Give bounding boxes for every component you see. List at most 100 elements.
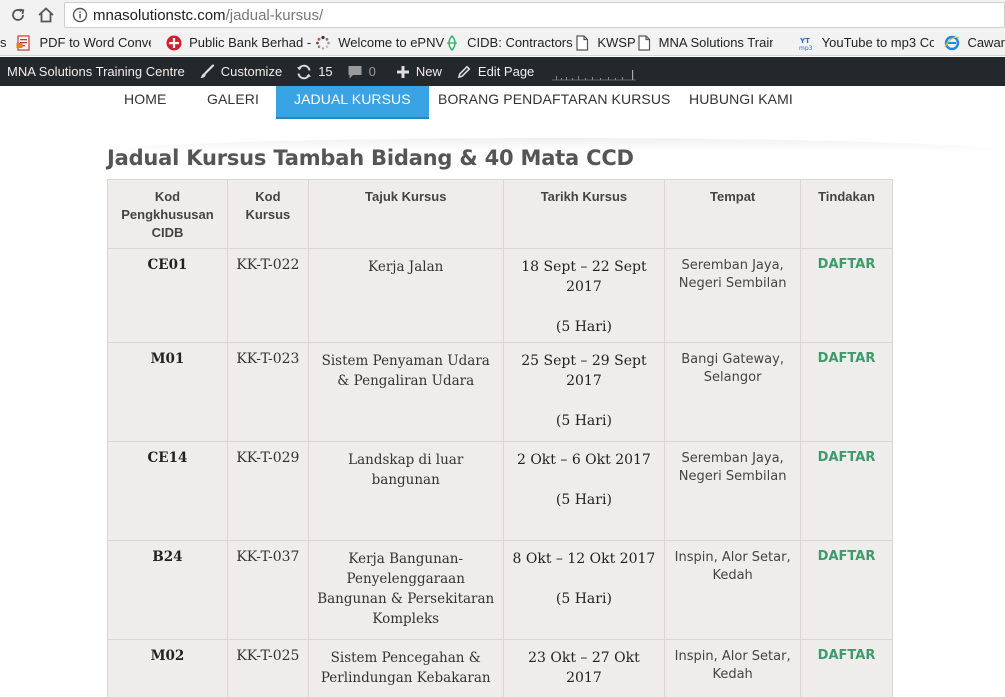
durasi-text: (5 Hari) [555,591,612,607]
cell-tajuk: Sistem Penyaman Udara & Pengaliran Udara [307,342,504,442]
url-host: mnasolutionstc.com [93,6,226,24]
cell-tempat: Inspin, Alor Setar, Kedah [664,639,802,697]
nav-hubungi-kami[interactable]: HUBUNGI KAMI [689,86,793,116]
tarikh-text: 23 Okt – 27 Okt 2017 [528,650,640,686]
tarikh-text: 8 Okt – 12 Okt 2017 [512,551,656,567]
cell-tindakan: DAFTAR [800,441,893,541]
comment-icon [347,64,363,80]
admin-customize[interactable]: Customize [199,57,282,86]
table-row: CE14 KK-T-029 Landskap di luar bangunan … [107,441,893,541]
info-icon[interactable] [69,4,91,26]
bookmark-item-public-bank[interactable]: Public Bank Berhad - [166,32,311,54]
new-label: New [415,64,442,79]
home-icon[interactable] [34,3,58,27]
site-name-label: MNA Solutions Training Centre [7,64,185,79]
bookmark-item-pdf[interactable]: PDF to Word Convert [16,32,160,54]
customize-label: Customize [220,64,283,79]
table-row: B24 KK-T-037 Kerja Bangunan-Penyelenggar… [107,540,893,640]
header-tajuk-kursus: Tajuk Kursus [307,179,504,249]
bookmark-item-epnv[interactable]: Welcome to ePNV [315,32,444,54]
pdf-icon [16,34,32,51]
cell-tarikh: 2 Okt – 6 Okt 2017 (5 Hari) [502,441,666,541]
page-title: Jadual Kursus Tambah Bidang & 40 Mata CC… [107,146,634,170]
cell-tajuk: Kerja Jalan [307,248,504,343]
header-tarikh-kursus: Tarikh Kursus [502,179,666,249]
cell-tarikh: 25 Sept – 29 Sept 2017 (5 Hari) [502,342,666,442]
comments-count: 0 [368,64,376,79]
cell-tarikh: 23 Okt – 27 Okt 2017 [502,639,666,697]
daftar-button[interactable]: DAFTAR [818,450,876,465]
cell-tajuk: Landskap di luar bangunan [307,441,504,541]
cell-kod: CE01 [107,248,228,343]
admin-updates[interactable]: 15 [296,57,333,86]
spinner-icon [315,35,331,51]
site-navigation: HOME GALERI JADUAL KURSUS BORANG PENDAFT… [0,86,1005,138]
nav-jadual-kursus[interactable]: JADUAL KURSUS [276,86,429,117]
bookmark-item-cawar[interactable]: Cawar [944,32,1005,54]
tarikh-text: 2 Okt – 6 Okt 2017 [516,452,651,468]
plus-icon [396,65,410,79]
nav-galeri[interactable]: GALERI [207,86,259,116]
admin-edit-page[interactable]: Edit Page [456,57,534,86]
reload-icon[interactable] [6,3,30,27]
updates-count: 15 [318,64,333,79]
pencil-icon [456,64,472,80]
bookmark-item-cidb[interactable]: CIDB: Contractors [444,32,574,54]
cell-tajuk: Sistem Pencegahan & Perlindungan Kebakar… [307,639,504,697]
course-schedule-table: Kod Pengkhususan CIDB Kod Kursus Tajuk K… [107,179,893,697]
cell-tindakan: DAFTAR [800,342,893,442]
bookmark-item-kwsp[interactable]: KWSP [574,32,636,54]
edit-page-label: Edit Page [477,64,535,79]
header-kod-kursus: Kod Kursus [226,179,309,249]
daftar-button[interactable]: DAFTAR [818,648,876,663]
header-tempat: Tempat [664,179,802,249]
admin-comments[interactable]: 0 [347,57,376,86]
daftar-button[interactable]: DAFTAR [818,549,876,564]
cell-kod-kursus: KK-T-023 [226,342,309,442]
svg-text:YT: YT [799,37,810,45]
cell-tajuk: Kerja Bangunan-Penyelenggaraan Bangunan … [307,540,504,640]
cell-tempat: Seremban Jaya, Negeri Sembilan [664,248,802,343]
table-row: M01 KK-T-023 Sistem Penyaman Udara & Pen… [107,342,893,442]
cell-tempat: Inspin, Alor Setar, Kedah [664,540,802,640]
cell-tindakan: DAFTAR [800,540,893,640]
header-kod-pengkhususan: Kod Pengkhususan CIDB [107,179,228,249]
cell-kod-kursus: KK-T-037 [226,540,309,640]
stats-sparkline-icon [552,69,637,80]
admin-new[interactable]: New [396,57,442,86]
cell-tempat: Bangi Gateway, Selangor [664,342,802,442]
durasi-text: (5 Hari) [555,319,612,335]
table-row: M02 KK-T-025 Sistem Pencegahan & Perlind… [107,639,893,697]
bookmarks-bar: s PDF to Word Convert Public Bank Berhad… [0,30,1005,56]
ie-icon [944,35,960,51]
url-field[interactable]: mnasolutionstc.com/jadual-kursus/ [64,2,1005,28]
url-path: /jadual-kursus/ [225,6,324,24]
daftar-button[interactable]: DAFTAR [818,351,876,366]
cell-tarikh: 8 Okt – 12 Okt 2017 (5 Hari) [502,540,666,640]
bookmark-item-mna[interactable]: MNA Solutions Trainin [636,32,793,54]
bookmark-label: Cawar [967,35,1005,50]
mp3-icon: YT mp3 [799,35,815,51]
table-row: CE01 KK-T-022 Kerja Jalan 18 Sept – 22 S… [107,248,893,343]
bookmark-label: KWSP [597,35,636,50]
wp-admin-bar: MNA Solutions Training Centre Customize … [0,57,1005,86]
bookmark-label: Welcome to ePNV [338,35,445,50]
bookmark-item-s[interactable]: s [0,32,12,54]
cell-kod-kursus: KK-T-025 [226,639,309,697]
bookmark-label: s [0,35,7,50]
cell-kod: CE14 [107,441,228,541]
tarikh-text: 18 Sept – 22 Sept 2017 [521,259,647,295]
admin-stats-sparkline[interactable] [552,57,637,86]
admin-site-name[interactable]: MNA Solutions Training Centre [7,57,185,86]
bookmark-item-youtube-mp3[interactable]: YT mp3 YouTube to mp3 Con [799,32,939,54]
nav-home[interactable]: HOME [124,86,166,116]
nav-borang-pendaftaran[interactable]: BORANG PENDAFTARAN KURSUS [438,86,671,116]
cell-tindakan: DAFTAR [800,639,893,697]
cell-kod: M02 [107,639,228,697]
durasi-text: (5 Hari) [555,413,612,429]
browser-address-bar: mnasolutionstc.com/jadual-kursus/ [0,0,1005,30]
table-header-row: Kod Pengkhususan CIDB Kod Kursus Tajuk K… [107,179,893,249]
updates-icon [296,64,312,80]
daftar-button[interactable]: DAFTAR [818,257,876,272]
bookmark-label: PDF to Word Convert [39,35,152,50]
